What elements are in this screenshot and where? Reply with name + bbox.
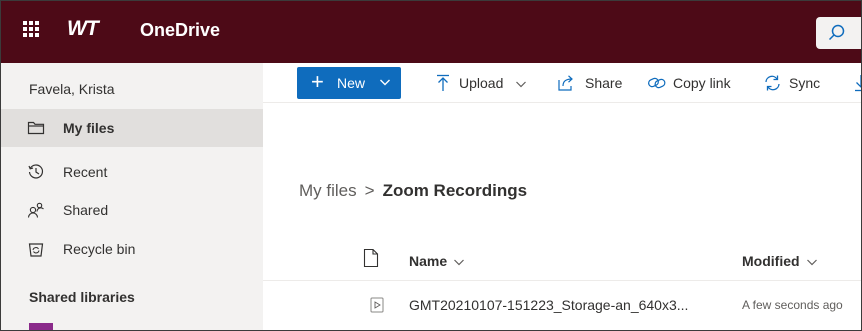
upload-label: Upload (459, 75, 504, 91)
sync-button[interactable]: Sync (763, 74, 833, 94)
download-button[interactable] (853, 74, 861, 94)
video-file-icon (370, 297, 384, 313)
shared-libraries-header: Shared libraries (29, 289, 135, 305)
search-icon (828, 24, 845, 41)
file-name[interactable]: GMT20210107-151223_Storage-an_640x3... (409, 297, 688, 313)
people-icon (27, 202, 44, 218)
column-name-label: Name (409, 253, 448, 269)
sidebar-item-label: Recent (63, 164, 108, 180)
command-bar: + New Upload Share Copy link Sync (263, 63, 861, 103)
library-tile[interactable] (29, 323, 53, 330)
upload-icon (437, 74, 449, 91)
sidebar-item-label: Shared (63, 202, 109, 218)
user-name: Favela, Krista (29, 81, 115, 97)
history-icon (28, 164, 44, 179)
folder-icon (27, 121, 45, 135)
top-bar: WT OneDrive (1, 1, 861, 63)
app-launcher-icon[interactable] (23, 21, 43, 41)
sync-label: Sync (789, 75, 821, 91)
copy-link-label: Copy link (673, 75, 731, 91)
onedrive-window: WT OneDrive Favela, Krista My files Rece… (0, 0, 862, 331)
new-button[interactable]: + New (297, 67, 401, 99)
org-logo[interactable]: WT (67, 17, 99, 41)
sidebar-item-shared[interactable]: Shared (1, 191, 263, 229)
download-icon (855, 75, 861, 92)
chevron-down-icon (516, 81, 526, 88)
chevron-down-icon (454, 259, 465, 266)
sidebar-item-label: Recycle bin (63, 241, 136, 257)
share-label: Share (585, 75, 623, 91)
share-button[interactable]: Share (557, 74, 627, 94)
column-modified-label: Modified (742, 253, 800, 269)
link-icon (648, 77, 666, 89)
sidebar-item-recycle-bin[interactable]: Recycle bin (1, 230, 263, 268)
breadcrumb-separator: > (364, 181, 375, 200)
left-nav: Favela, Krista My files Recent Shared Re… (1, 63, 263, 330)
sync-icon (765, 75, 780, 91)
search-box[interactable] (816, 17, 861, 49)
copy-link-button[interactable]: Copy link (647, 74, 747, 94)
sidebar-item-label: My files (63, 120, 115, 136)
share-icon (558, 75, 573, 91)
file-modified: A few seconds ago (742, 298, 843, 312)
column-header-modified[interactable]: Modified (742, 253, 818, 269)
recycle-bin-icon (28, 243, 44, 257)
breadcrumb: My files > Zoom Recordings (299, 181, 527, 201)
column-header-name[interactable]: Name (409, 253, 465, 269)
table-row[interactable]: GMT20210107-151223_Storage-an_640x3... A… (263, 282, 861, 328)
new-button-label: New (337, 75, 366, 91)
file-list-header: Name Modified (263, 243, 861, 281)
sidebar-item-recent[interactable]: Recent (1, 153, 263, 191)
breadcrumb-my-files[interactable]: My files (299, 181, 357, 200)
upload-button[interactable]: Upload (435, 74, 535, 94)
chevron-down-icon (806, 259, 817, 266)
chevron-down-icon (380, 79, 390, 86)
sidebar-item-my-files[interactable]: My files (1, 109, 263, 147)
plus-icon: + (311, 69, 324, 94)
app-name[interactable]: OneDrive (140, 20, 220, 41)
breadcrumb-current-folder: Zoom Recordings (382, 181, 528, 200)
file-type-icon[interactable] (363, 248, 379, 268)
